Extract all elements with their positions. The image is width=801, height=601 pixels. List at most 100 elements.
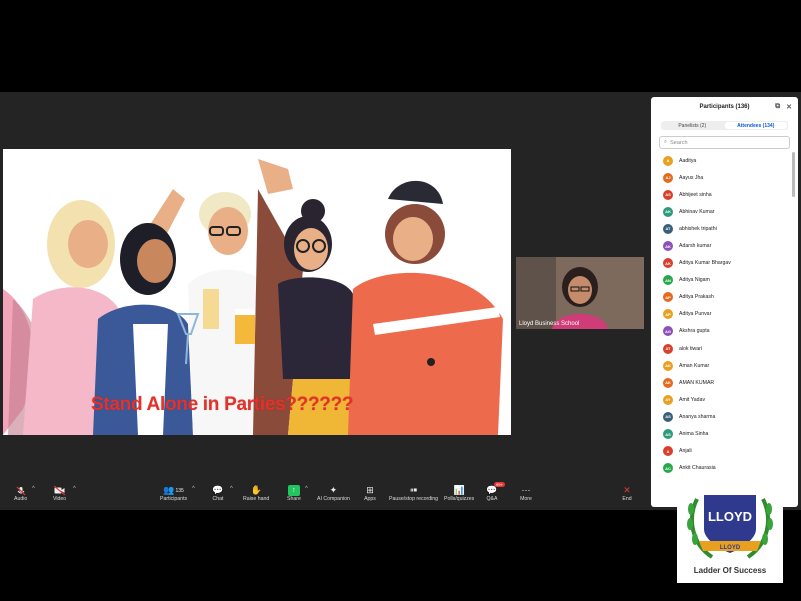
list-scrollbar[interactable] (792, 152, 795, 197)
pop-out-icon[interactable]: ⧉ (775, 103, 780, 111)
party-illustration (3, 149, 511, 435)
logo-tagline: Ladder Of Success (693, 566, 767, 575)
bar-chart-icon: 📊 (453, 485, 465, 495)
hand-icon: ✋ (250, 485, 262, 495)
avatar: AJ (663, 172, 673, 183)
attendee-name: Aditya Kumar Bhargav (679, 260, 731, 267)
end-button[interactable]: ✕ End (621, 485, 633, 502)
avatar: AC (663, 463, 673, 474)
chat-chevron-icon[interactable]: ^ (230, 486, 233, 492)
avatar: A (663, 446, 673, 457)
list-item[interactable]: AS Anima Sinha (651, 426, 791, 443)
participants-chevron-icon[interactable]: ^ (192, 486, 195, 492)
slide-caption: Stand Alone in Parties?????? (91, 394, 354, 415)
apps-grid-icon: ⊞ (366, 485, 374, 495)
attendee-name: abhishek tripathi (679, 225, 717, 232)
attendee-name: AMAN KUMAR (679, 379, 715, 386)
avatar: AK (663, 241, 673, 252)
chat-label: Chat (212, 496, 224, 502)
list-item[interactable]: AK Aditya Kumar Bhargav (651, 255, 791, 272)
avatar: AK (663, 206, 673, 217)
shared-screen-slide: Stand Alone in Parties?????? (3, 149, 511, 435)
video-button[interactable]: Video (53, 485, 66, 502)
list-item[interactable]: AC Ankit Chaurasia (651, 460, 791, 477)
list-item[interactable]: AK Aman Kumar (651, 357, 791, 374)
attendee-name: Abhijeet sinha (679, 191, 712, 198)
list-item[interactable]: A Aaditya (651, 152, 791, 169)
raise-hand-button[interactable]: ✋ Raise hand (243, 485, 269, 502)
search-icon: ⌕ (664, 139, 668, 145)
lloyd-logo: LLOYD LLOYD Ladder Of Success (677, 479, 783, 583)
participants-label: Participants (160, 496, 188, 502)
attendee-name: Aman Kumar (679, 362, 710, 369)
logo-brand: LLOYD (708, 509, 752, 524)
video-label: Video (53, 496, 67, 502)
avatar: AN (663, 275, 673, 286)
polls-label: Polls/quizzes (444, 496, 475, 502)
attendee-name: Amit Yadav (679, 396, 706, 403)
attendee-name: Ananya sharma (679, 413, 716, 420)
list-item[interactable]: AP Aditya Punvar (651, 306, 791, 323)
more-dots-icon: ⋯ (521, 485, 531, 495)
more-label: More (520, 496, 532, 502)
chat-button[interactable]: 💬 Chat (212, 485, 224, 502)
list-item[interactable]: AK AMAN KUMAR (651, 374, 791, 391)
avatar: AK (663, 377, 673, 388)
audio-options-chevron-icon[interactable]: ^ (32, 486, 35, 492)
tab-attendees[interactable]: Attendees (134) (724, 122, 787, 129)
qa-bubble-icon: 💬 99+ (486, 482, 505, 495)
chat-bubble-icon: 💬 (212, 485, 224, 495)
apps-button[interactable]: ⊞ Apps (364, 485, 376, 502)
list-item[interactable]: AT alok tiwari (651, 340, 791, 357)
avatar: AP (663, 292, 673, 303)
list-item[interactable]: AS Ananya sharma (651, 408, 791, 425)
avatar: AT (663, 223, 673, 234)
attendee-name: alok tiwari (679, 345, 703, 352)
qa-button[interactable]: 💬 99+ Q&A (486, 482, 505, 502)
end-x-icon: ✕ (623, 485, 631, 495)
video-feed (516, 257, 644, 329)
recording-button[interactable]: ⏸⏹ Pause/stop recording (389, 485, 439, 503)
attendee-name: Aditya Nigam (679, 277, 710, 284)
participants-button[interactable]: 👥 135 Participants (160, 485, 187, 502)
video-tile[interactable]: Lloyd Business School (516, 257, 644, 329)
camera-off-icon (54, 485, 66, 496)
ai-companion-label: AI Companion (317, 496, 350, 502)
list-item[interactable]: AK Adarsh kumar (651, 237, 791, 254)
raise-hand-label: Raise hand (243, 496, 270, 502)
attendee-name: Adarsh kumar (679, 243, 712, 250)
qa-label: Q&A (486, 496, 498, 502)
avatar: AG (663, 326, 673, 337)
audio-label: Audio (14, 496, 28, 502)
avatar: AT (663, 343, 673, 354)
list-item[interactable]: AJ Aayus Jha (651, 169, 791, 186)
attendee-name: Abhinav Kumar (679, 208, 715, 215)
audio-button[interactable]: Audio (14, 485, 27, 502)
recording-label: Pause/stop recording (389, 496, 439, 502)
close-icon[interactable]: ✕ (786, 103, 792, 111)
ai-companion-button[interactable]: ✦ AI Companion (317, 485, 350, 502)
list-item[interactable]: AN Aditya Nigam (651, 272, 791, 289)
polls-button[interactable]: 📊 Polls/quizzes (444, 485, 474, 502)
list-item[interactable]: AG Akshra gupta (651, 323, 791, 340)
video-options-chevron-icon[interactable]: ^ (73, 486, 76, 492)
share-chevron-icon[interactable]: ^ (305, 486, 308, 492)
list-item[interactable]: AK Abhinav Kumar (651, 203, 791, 220)
list-item[interactable]: AY Amit Yadav (651, 391, 791, 408)
list-item[interactable]: AT abhishek tripathi (651, 220, 791, 237)
avatar: AS (663, 411, 673, 422)
attendee-name: Aditya Prakash (679, 294, 714, 301)
avatar: A (663, 155, 673, 166)
share-button[interactable]: ↑ Share (287, 485, 301, 502)
avatar: AK (663, 360, 673, 371)
search-input[interactable]: ⌕ Search (659, 136, 790, 149)
list-item[interactable]: A Anjali (651, 443, 791, 460)
tab-panelists[interactable]: Panelists (2) (661, 121, 724, 130)
lloyd-emblem: LLOYD LLOYD (687, 495, 773, 559)
sparkle-icon: ✦ (329, 485, 338, 495)
list-item[interactable]: AS Abhijeet sinha (651, 186, 791, 203)
attendee-name: Aditya Punvar (679, 311, 712, 318)
more-button[interactable]: ⋯ More (520, 485, 532, 502)
attendee-name: Akshra gupta (679, 328, 710, 335)
list-item[interactable]: AP Aditya Prakash (651, 289, 791, 306)
